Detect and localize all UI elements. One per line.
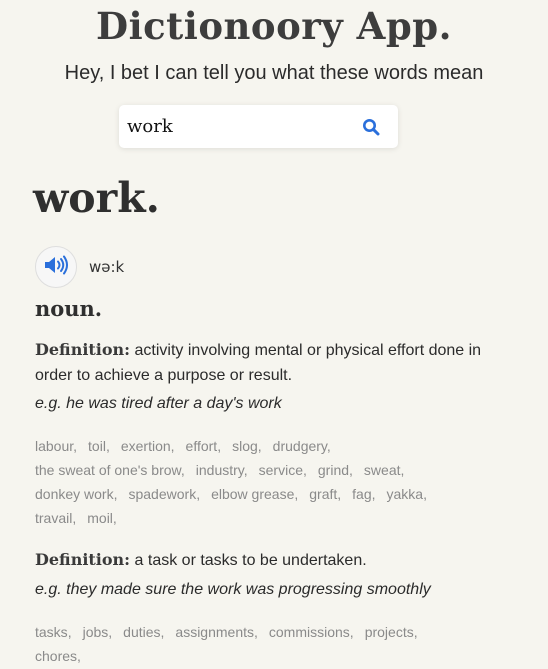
synonym-item[interactable]: drudgery — [273, 434, 331, 458]
definition-text: Definition: a task or tasks to be undert… — [35, 547, 515, 573]
search-icon[interactable] — [360, 116, 382, 138]
synonym-item[interactable]: moil — [87, 506, 117, 530]
speaker-icon — [43, 254, 69, 281]
synonym-item[interactable]: yakka — [387, 482, 427, 506]
synonym-item[interactable]: industry — [196, 458, 248, 482]
definition-label: Definition: — [35, 550, 131, 569]
synonym-item[interactable]: effort — [186, 434, 222, 458]
definition-body: a task or tasks to be undertaken. — [134, 552, 367, 569]
definition-label: Definition: — [35, 340, 131, 359]
synonym-item[interactable]: slog — [232, 434, 262, 458]
synonym-item[interactable]: service — [259, 458, 307, 482]
app-subtitle: Hey, I bet I can tell you what these wor… — [64, 62, 484, 84]
search-bar — [119, 105, 398, 148]
search-input[interactable] — [119, 106, 347, 147]
synonym-item[interactable]: grind — [318, 458, 353, 482]
example-sentence: e.g. he was tired after a day's work — [35, 395, 282, 412]
app-title: Dictionoory App. — [96, 4, 452, 48]
synonym-item[interactable]: elbow grease — [211, 482, 298, 506]
definition-block: Definition: activity involving mental or… — [35, 337, 515, 388]
synonym-item[interactable]: duties — [123, 620, 164, 644]
synonym-item[interactable]: chores — [35, 644, 81, 668]
synonym-item[interactable]: donkey work — [35, 482, 117, 506]
synonym-item[interactable]: labour — [35, 434, 77, 458]
synonym-item[interactable]: fag — [352, 482, 375, 506]
synonym-list: labour toil exertion effort slog drudger… — [35, 434, 505, 530]
synonym-item[interactable]: spadework — [128, 482, 200, 506]
synonym-item[interactable]: jobs — [83, 620, 113, 644]
synonym-item[interactable]: projects — [365, 620, 418, 644]
part-of-speech: noun. — [35, 296, 103, 321]
synonym-item[interactable]: exertion — [121, 434, 175, 458]
synonym-item[interactable]: graft — [309, 482, 341, 506]
word-heading: work. — [33, 174, 160, 222]
definition-text: Definition: activity involving mental or… — [35, 337, 515, 388]
synonym-item[interactable]: travail — [35, 506, 76, 530]
phonetic-text: wə:k — [89, 258, 125, 276]
synonym-list: tasks jobs duties assignments commission… — [35, 620, 505, 668]
play-pronunciation-button[interactable] — [35, 246, 77, 288]
synonym-item[interactable]: the sweat of one's brow — [35, 458, 185, 482]
synonym-item[interactable]: sweat — [364, 458, 404, 482]
synonym-item[interactable]: assignments — [175, 620, 257, 644]
synonym-item[interactable]: tasks — [35, 620, 72, 644]
synonym-item[interactable]: toil — [88, 434, 110, 458]
synonym-item[interactable]: commissions — [269, 620, 354, 644]
example-sentence: e.g. they made sure the work was progres… — [35, 581, 431, 598]
definition-block: Definition: a task or tasks to be undert… — [35, 547, 515, 573]
